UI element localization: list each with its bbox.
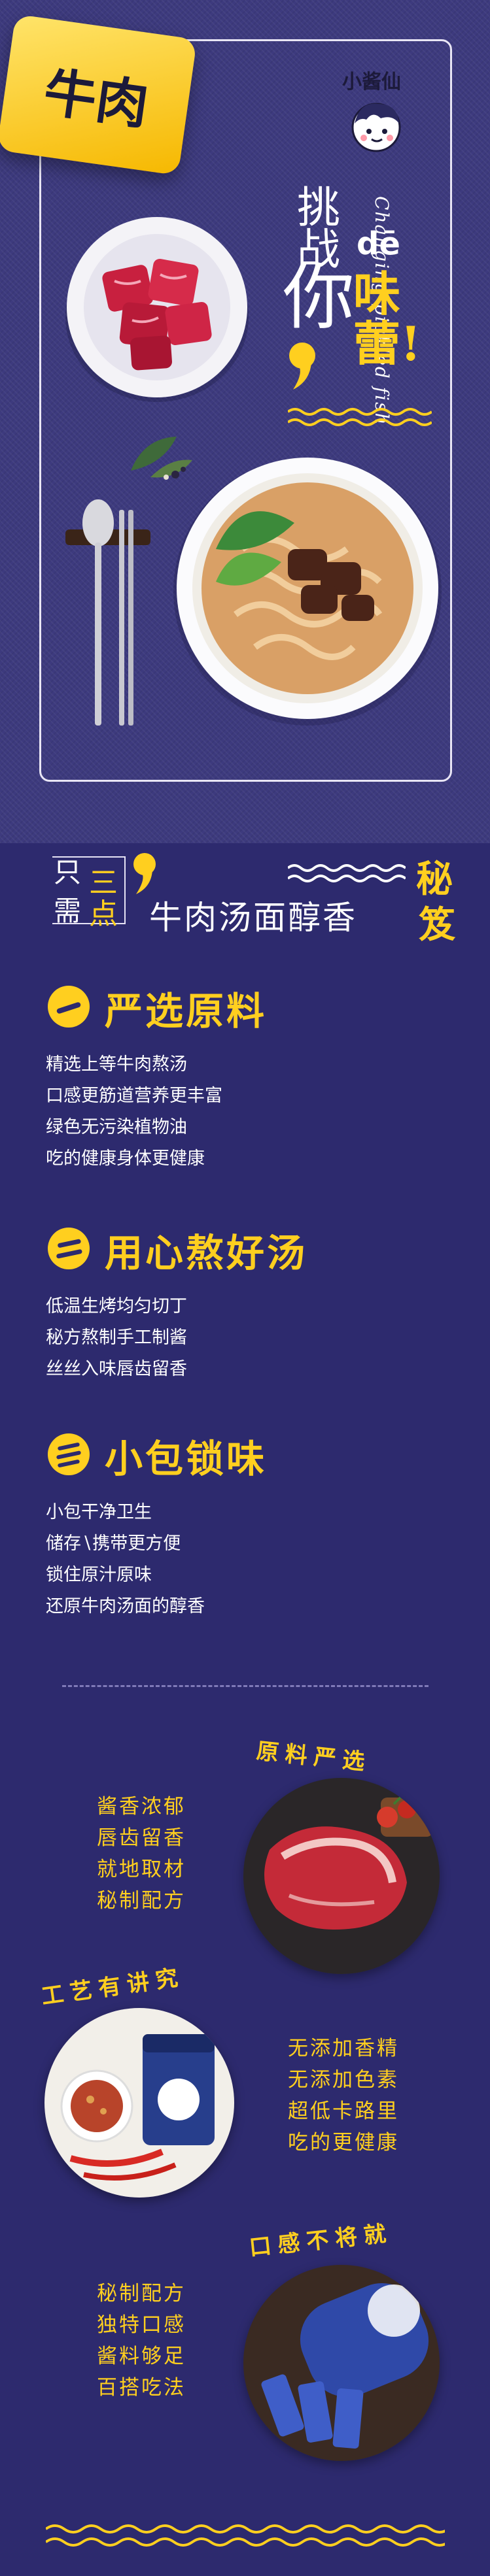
list-item: 酱料够足	[97, 2345, 186, 2368]
product-1-arc-title: 原料严选	[255, 1737, 373, 1777]
feature-3-icon	[48, 1433, 90, 1475]
product-1-lines: 酱香浓郁 唇齿留香 就地取材 秘制配方	[97, 1791, 186, 1916]
feature-2-list: 低温生烤均匀切丁 秘方熬制手工制酱 丝丝入味唇齿留香	[46, 1291, 187, 1385]
list-item: 丝丝入味唇齿留香	[46, 1359, 187, 1379]
comma-icon	[133, 853, 156, 894]
beef-noodle-bowl-image	[173, 458, 442, 726]
list-item: 吃的健康身体更健康	[46, 1148, 205, 1169]
list-item: 超低卡路里	[288, 2099, 399, 2123]
headline-ni: 你	[283, 256, 355, 339]
product-3-arc-title: 口感不将就	[247, 2220, 394, 2262]
wave-decoration-icon	[288, 408, 432, 426]
dashed-divider	[62, 1685, 429, 1687]
feature-2-icon	[48, 1228, 90, 1269]
feature-2-title: 用心熬好汤	[105, 1231, 308, 1275]
list-item: 无添加香精	[288, 2037, 399, 2060]
feature-1-title: 严选原料	[105, 989, 268, 1033]
list-item: 储存∖携带更方便	[46, 1533, 181, 1554]
list-item: 吃的更健康	[288, 2131, 399, 2154]
headline-exclaim: !	[400, 315, 421, 371]
sauce-jar-image	[44, 2008, 234, 2198]
raw-beef-plate-image	[65, 217, 249, 402]
feature-1-icon	[48, 986, 90, 1028]
badge-label: 牛肉	[40, 61, 152, 137]
title-xu: 需	[54, 895, 82, 927]
list-item: 无添加色素	[288, 2068, 399, 2092]
wave-decoration-icon	[288, 864, 406, 882]
list-item: 酱香浓郁	[97, 1795, 186, 1818]
headline-weilei: 味蕾!	[353, 269, 432, 368]
sauce-packets-image	[243, 2265, 440, 2461]
brand-name: 小酱仙	[342, 71, 401, 93]
product-3-lines: 秘制配方 独特口感 酱料够足 百搭吃法	[97, 2278, 186, 2403]
list-item: 绿色无污染植物油	[46, 1117, 187, 1137]
spoon-chopsticks-icon	[65, 499, 150, 726]
list-item: 锁住原汁原味	[46, 1565, 152, 1585]
feature-3-list: 小包干净卫生 储存∖携带更方便 锁住原汁原味 还原牛肉汤面的醇香	[46, 1497, 205, 1622]
list-item: 百搭吃法	[97, 2376, 186, 2400]
feature-3-title: 小包锁味	[105, 1437, 268, 1481]
wave-decoration-icon	[46, 2524, 445, 2547]
title-mi: 秘	[416, 858, 453, 901]
list-item: 还原牛肉汤面的醇香	[46, 1596, 205, 1616]
section-title: 牛肉汤面醇香	[149, 899, 357, 937]
list-item: 就地取材	[97, 1858, 186, 1881]
list-item: 低温生烤均匀切丁	[46, 1296, 187, 1316]
steak-image	[243, 1778, 440, 1974]
title-ji: 笈	[419, 903, 455, 946]
list-item: 独特口感	[97, 2313, 186, 2337]
headline-weilei-text: 味蕾	[353, 266, 401, 371]
comma-icon	[289, 343, 315, 390]
title-dian: 点	[89, 897, 118, 931]
product-badge: 牛肉	[0, 14, 198, 176]
list-item: 精选上等牛肉熬汤	[46, 1054, 187, 1075]
list-item: 口感更筋道营养更丰富	[46, 1086, 222, 1106]
list-item: 秘方熬制手工制酱	[46, 1328, 187, 1348]
headline-de: dē	[357, 226, 400, 262]
mascot-icon	[351, 103, 401, 152]
list-item: 小包干净卫生	[46, 1502, 152, 1522]
feature-1-list: 精选上等牛肉熬汤 口感更筋道营养更丰富 绿色无污染植物油 吃的健康身体更健康	[46, 1049, 222, 1175]
list-item: 秘制配方	[97, 2282, 186, 2305]
product-2-arc-title: 工艺有讲究	[39, 1964, 186, 2011]
list-item: 秘制配方	[97, 1889, 186, 1913]
title-zhi: 只	[54, 856, 82, 888]
product-2-lines: 无添加香精 无添加色素 超低卡路里 吃的更健康	[288, 2033, 399, 2158]
list-item: 唇齿留香	[97, 1826, 186, 1850]
